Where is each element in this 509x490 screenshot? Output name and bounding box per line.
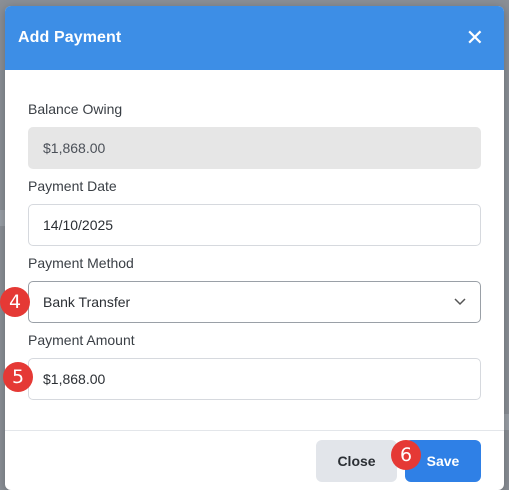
close-button[interactable]: Close <box>316 439 397 482</box>
step-badge-save: 6 <box>391 440 421 470</box>
background-strip <box>504 414 509 430</box>
payment-form: Balance Owing $1,868.00 Payment Date 14/… <box>5 70 504 400</box>
payment-date-field[interactable]: 14/10/2025 <box>28 204 481 246</box>
step-badge-amount: 5 <box>3 362 33 392</box>
payment-method-value: Bank Transfer <box>43 294 131 310</box>
payment-method-select[interactable]: Bank Transfer <box>28 281 481 323</box>
payment-date-value: 14/10/2025 <box>43 217 114 233</box>
payment-amount-value: $1,868.00 <box>43 371 106 387</box>
add-payment-modal: Add Payment ✕ Balance Owing $1,868.00 Pa… <box>5 6 504 490</box>
payment-date-label: Payment Date <box>28 178 117 194</box>
balance-owing-value: $1,868.00 <box>43 140 106 156</box>
step-badge-method: 4 <box>0 287 30 317</box>
modal-footer: Close Save <box>5 430 504 490</box>
chevron-down-icon <box>454 298 466 306</box>
payment-amount-field[interactable]: $1,868.00 <box>28 358 481 400</box>
close-icon[interactable]: ✕ <box>466 27 484 49</box>
balance-owing-field: $1,868.00 <box>28 127 481 169</box>
payment-amount-label: Payment Amount <box>28 332 135 348</box>
modal-title: Add Payment <box>18 29 122 46</box>
payment-method-label: Payment Method <box>28 255 134 271</box>
balance-owing-label: Balance Owing <box>28 101 123 117</box>
modal-header: Add Payment ✕ <box>5 6 504 70</box>
